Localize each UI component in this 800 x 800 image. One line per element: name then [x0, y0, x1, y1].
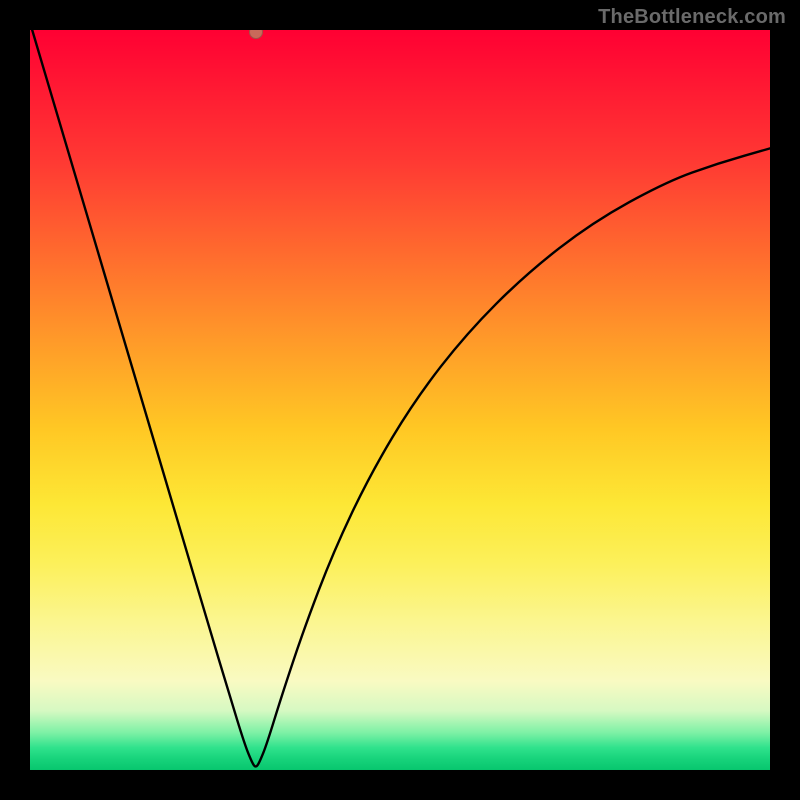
watermark: TheBottleneck.com: [598, 6, 786, 29]
bottleneck-curve: [30, 30, 770, 766]
plot-area: [30, 30, 770, 770]
watermark-text: TheBottleneck.com: [598, 6, 786, 28]
curve-svg: [30, 30, 770, 770]
